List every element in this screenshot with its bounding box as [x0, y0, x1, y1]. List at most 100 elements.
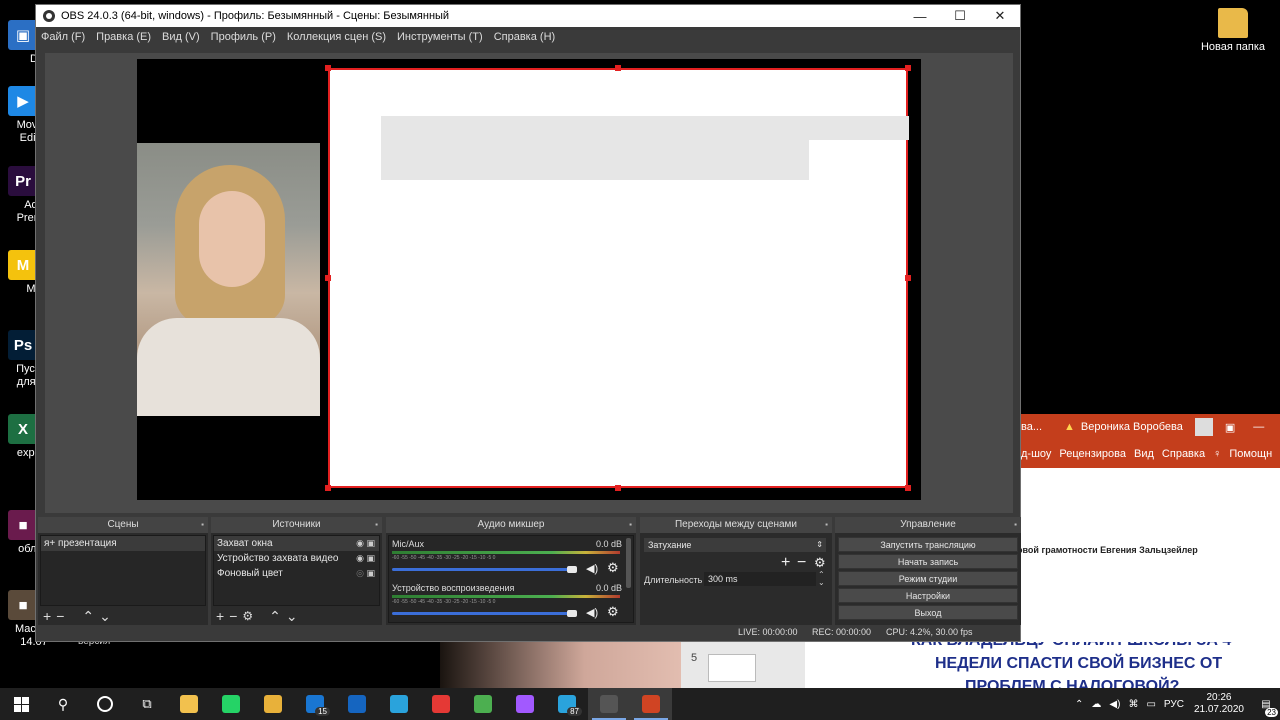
minimize-icon[interactable]: — [1253, 421, 1264, 433]
add-icon[interactable]: + [43, 608, 51, 624]
source-item[interactable]: Фоновый цвет ◎ ▣ [214, 566, 379, 581]
eye-icon[interactable]: ◉ [356, 538, 364, 548]
webcam-source[interactable] [137, 143, 320, 416]
network-icon[interactable]: ⌘ [1128, 699, 1138, 710]
volume-icon[interactable]: ◀) [1109, 699, 1120, 710]
taskbar-app-telegram2[interactable]: 87 [546, 688, 588, 720]
scene-item[interactable]: я+ презентация [41, 536, 205, 551]
ribbon-display-icon[interactable]: ▣ [1225, 421, 1235, 434]
resize-handle[interactable] [325, 485, 331, 491]
taskbar-app-outlook[interactable]: 15 [294, 688, 336, 720]
add-icon[interactable]: + [781, 554, 790, 572]
tray-overflow-icon[interactable]: ⌃ [1075, 699, 1083, 710]
notification-center-button[interactable]: ▤ 23 [1252, 688, 1280, 720]
resize-handle[interactable] [615, 65, 621, 71]
lock-icon[interactable]: ▣ [366, 538, 375, 548]
preview-canvas[interactable] [137, 59, 921, 500]
taskbar-app-mail[interactable] [252, 688, 294, 720]
spinbox-arrows-icon[interactable]: ⌃ ⌄ [818, 571, 825, 587]
resize-handle[interactable] [325, 65, 331, 71]
taskbar-app-chrome[interactable] [462, 688, 504, 720]
close-button[interactable]: ✕ [980, 5, 1020, 27]
ribbon-tab-review[interactable]: Рецензирова [1059, 448, 1126, 460]
gear-icon[interactable]: ⚙ [814, 555, 826, 571]
remove-icon[interactable]: − [797, 554, 806, 572]
add-icon[interactable]: + [216, 608, 224, 624]
menu-tools[interactable]: Инструменты (T) [397, 31, 483, 43]
undock-icon[interactable]: ▪ [375, 517, 378, 533]
taskbar-app-whatsapp[interactable] [210, 688, 252, 720]
start-recording-button[interactable]: Начать запись [838, 554, 1018, 569]
ribbon-tab-assistant[interactable]: Помощн [1229, 448, 1272, 460]
remove-icon[interactable]: − [56, 608, 64, 624]
start-streaming-button[interactable]: Запустить трансляцию [838, 537, 1018, 552]
menu-scene-collection[interactable]: Коллекция сцен (S) [287, 31, 386, 43]
speaker-icon[interactable]: ◀) [586, 562, 598, 575]
ribbon-tab-slideshow[interactable]: д-шоу [1021, 448, 1051, 460]
move-up-icon[interactable]: ⌃ [82, 608, 94, 625]
mixer-scrollbar[interactable] [626, 538, 631, 588]
gear-icon[interactable]: ⚙ [607, 604, 619, 620]
slide-thumbnail[interactable] [708, 654, 756, 682]
menu-view[interactable]: Вид (V) [162, 31, 200, 43]
eye-icon[interactable]: ◉ [356, 553, 364, 563]
cortana-button[interactable] [84, 688, 126, 720]
resize-handle[interactable] [325, 275, 331, 281]
task-view-button[interactable]: ⧉ [126, 688, 168, 720]
lock-icon[interactable]: ▣ [366, 553, 375, 563]
taskbar-app-obs[interactable] [588, 688, 630, 720]
settings-button[interactable]: Настройки [838, 588, 1018, 603]
undock-icon[interactable]: ▪ [629, 517, 632, 533]
undock-icon[interactable]: ▪ [825, 517, 828, 533]
menu-edit[interactable]: Правка (E) [96, 31, 151, 43]
clock[interactable]: 20:26 21.07.2020 [1194, 692, 1244, 716]
studio-mode-button[interactable]: Режим студии [838, 571, 1018, 586]
lock-icon[interactable]: ▣ [366, 568, 375, 578]
transition-select[interactable]: Затухание ⇕ [644, 538, 826, 552]
taskbar-app-explorer[interactable] [168, 688, 210, 720]
menu-file[interactable]: Файл (F) [41, 31, 85, 43]
maximize-button[interactable]: ☐ [940, 5, 980, 27]
undock-icon[interactable]: ▪ [201, 517, 204, 533]
resize-handle[interactable] [615, 485, 621, 491]
speaker-icon[interactable]: ◀) [586, 606, 598, 619]
volume-slider[interactable] [392, 568, 572, 571]
ribbon-tab-view[interactable]: Вид [1134, 448, 1154, 460]
menu-profile[interactable]: Профиль (P) [211, 31, 276, 43]
ribbon-tab-help[interactable]: Справка [1162, 448, 1205, 460]
source-item[interactable]: Захват окна ◉ ▣ [214, 536, 379, 551]
move-down-icon[interactable]: ⌄ [99, 608, 111, 625]
minimize-button[interactable]: — [900, 5, 940, 27]
taskbar-app-figma[interactable] [504, 688, 546, 720]
duration-spinbox[interactable]: 300 ms [704, 572, 816, 586]
gear-icon[interactable]: ⚙ [242, 609, 253, 623]
taskbar-app-telegram[interactable] [378, 688, 420, 720]
avatar[interactable] [1194, 418, 1213, 436]
volume-slider-knob[interactable] [567, 610, 577, 617]
resize-handle[interactable] [905, 485, 911, 491]
battery-icon[interactable]: ▭ [1146, 699, 1155, 710]
gear-icon[interactable]: ⚙ [607, 560, 619, 576]
volume-slider-knob[interactable] [567, 566, 577, 573]
taskbar-app-trello[interactable] [336, 688, 378, 720]
taskbar-app-yandex[interactable] [420, 688, 462, 720]
resize-handle[interactable] [905, 275, 911, 281]
window-capture-source[interactable] [328, 68, 909, 488]
search-button[interactable]: ⚲ [42, 688, 84, 720]
exit-button[interactable]: Выход [838, 605, 1018, 620]
taskbar-app-powerpoint[interactable] [630, 688, 672, 720]
start-button[interactable] [0, 688, 42, 720]
move-up-icon[interactable]: ⌃ [269, 608, 281, 625]
undock-icon[interactable]: ▪ [1014, 517, 1017, 533]
desktop-icon-new-folder[interactable]: Новая папка [1198, 8, 1268, 54]
source-item[interactable]: Устройство захвата видео ◉ ▣ [214, 551, 379, 566]
menu-help[interactable]: Справка (H) [494, 31, 555, 43]
volume-slider[interactable] [392, 612, 572, 615]
move-down-icon[interactable]: ⌄ [286, 608, 298, 625]
cloud-icon[interactable]: ☁ [1091, 699, 1101, 710]
obs-titlebar[interactable]: OBS 24.0.3 (64-bit, windows) - Профиль: … [36, 5, 1020, 27]
eye-hidden-icon[interactable]: ◎ [356, 568, 364, 578]
resize-handle[interactable] [905, 65, 911, 71]
remove-icon[interactable]: − [229, 608, 237, 624]
language-indicator[interactable]: РУС [1164, 699, 1184, 710]
